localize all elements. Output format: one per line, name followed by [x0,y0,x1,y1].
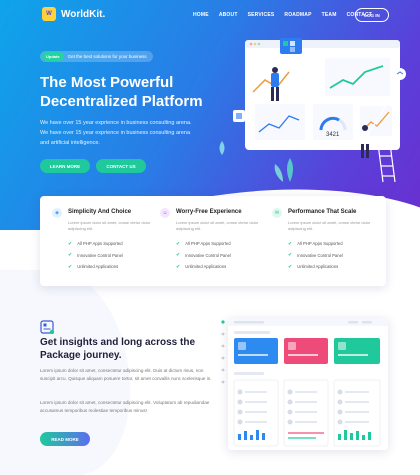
nav-item-roadmap[interactable]: ROADMAP [284,12,311,18]
logo[interactable]: W WorldKit. [42,7,105,21]
list-item: ✔ Innovative Control Panel [68,250,123,262]
layers-icon: ◈ [52,208,62,218]
contact-us-button[interactable]: CONTACT US [96,159,146,173]
list-item: ✔ All PHP Apps Supported [288,238,343,250]
nav-item-about[interactable]: ABOUT [219,12,238,18]
read-more-button[interactable]: READ MORE [40,432,90,446]
plant-decoration [274,158,293,182]
learn-more-button[interactable]: LEARN MORE [40,159,90,173]
feature-title: Performance That Scale [288,209,357,215]
chat-icon: ✉ [272,208,282,218]
list-item: ✔ All PHP Apps Supported [176,238,231,250]
nav-item-services[interactable]: SERVICES [248,12,275,18]
feature-description: Lorem ipsum dolor sit amet, conse ctetur… [176,220,259,231]
list-item-label: Unlimited Applications [185,264,227,270]
dashboard-panel-2 [283,379,329,447]
list-item-label: Innovative Control Panel [77,252,123,258]
list-item-label: Innovative Control Panel [185,252,231,258]
check-icon: ✔ [68,252,73,259]
feature-list: ✔ All PHP Apps Supported ✔ Innovative Cont… [68,238,123,273]
insights-title-line1: Get insights and long across the [40,337,196,348]
hero-title: The Most Powerful Decentralized Platform [40,73,240,111]
logo-icon: W [42,7,56,21]
update-tag: Update [42,52,64,61]
features-card: ◈ Simplicity And Choice Lorem ipsum dolo… [40,196,386,286]
insights-paragraph-1: Lorem ipsum dolor sit amet, consectetur … [40,368,212,381]
list-item-label: All PHP Apps Supported [77,241,123,247]
check-icon: ✔ [68,263,73,270]
dashboard-side-icons [221,320,225,384]
check-icon: ✔ [68,240,73,247]
check-icon: ✔ [176,240,181,247]
feature-list: ✔ All PHP Apps Supported ✔ Innovative Cont… [288,238,343,273]
list-item: ✔ Unlimited Applications [68,261,123,273]
feature-description: Lorem ipsum dolor sit amet, conse ctetur… [68,220,151,231]
list-item-label: All PHP Apps Supported [185,241,231,247]
dashboard-icon [40,320,54,334]
logo-badge-letter: W [46,11,52,17]
hero-description: We have over 15 year exprience in busine… [40,120,192,146]
check-icon: ✔ [288,263,293,270]
login-button[interactable]: LOG IN [355,8,389,22]
dashboard-illustration-header [245,40,400,48]
list-item: ✔ Innovative Control Panel [288,250,343,262]
feature-title: Worry-Free Experience [176,209,242,215]
feature-description: Lorem ipsum dolor sit amet, conse ctetur… [288,220,371,231]
brand-name: WorldKit. [61,8,106,20]
dashboard-preview [228,318,388,450]
insights-title: Get insights and long across the Package… [40,337,230,362]
dashboard-panel-3 [333,379,381,447]
feature-title: Simplicity And Choice [68,209,132,215]
nav-item-home[interactable]: HOME [193,12,209,18]
chart-value-label: 3421 [326,132,340,138]
hero-illustration: 3421 [233,38,406,183]
nav-item-team[interactable]: TEAM [322,12,337,18]
list-item: ✔ All PHP Apps Supported [68,238,123,250]
smile-icon: ☺ [160,208,170,218]
check-icon: ✔ [176,252,181,259]
list-item-label: All PHP Apps Supported [297,241,343,247]
stat-card-blue [234,338,278,364]
dashboard-preview-graphic [228,318,388,447]
list-item: ✔ Innovative Control Panel [176,250,231,262]
list-item-label: Unlimited Applications [297,264,339,270]
document-icon [236,113,242,119]
stat-card-pink [284,338,328,364]
list-item: ✔ Unlimited Applications [176,261,231,273]
update-banner[interactable]: Update Get the best solutions for your b… [40,51,153,62]
check-icon: ✔ [288,240,293,247]
stat-card-green [334,338,380,364]
hero-title-line2: Decentralized Platform [40,93,203,110]
insights-paragraph-2: Lorem ipsum dolor sit amet, consectetur … [40,400,210,413]
leaf-icon [219,141,225,155]
check-icon: ✔ [288,252,293,259]
list-item-label: Innovative Control Panel [297,252,343,258]
dashboard-panel-1 [233,379,279,447]
update-tagline: Get the best solutions for your business [67,54,147,59]
feature-list: ✔ All PHP Apps Supported ✔ Innovative Cont… [176,238,231,273]
insights-title-line2: Package journey. [40,349,122,361]
list-item: ✔ Unlimited Applications [288,261,343,273]
main-nav: HOME ABOUT SERVICES ROADMAP TEAM CONTACT [193,12,372,18]
hero-title-line1: The Most Powerful [40,74,174,91]
list-item-label: Unlimited Applications [77,264,119,270]
check-icon: ✔ [176,263,181,270]
